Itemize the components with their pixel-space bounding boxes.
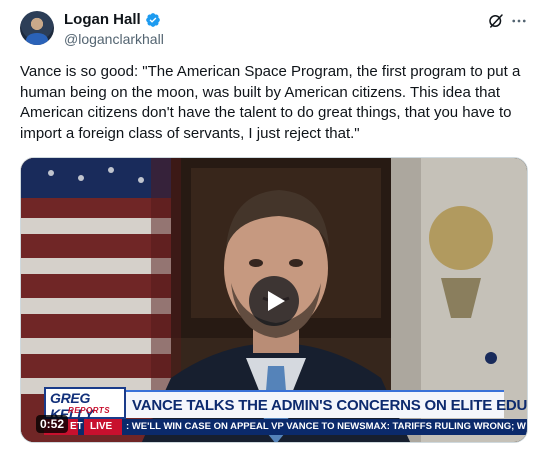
more-icon[interactable] — [510, 12, 528, 30]
video-player[interactable]: GREG KELLY REPORTS VANCE TALKS THE ADMIN… — [20, 157, 528, 443]
chyron-headline-bar: VANCE TALKS THE ADMIN'S CONCERNS ON ELIT… — [126, 390, 527, 418]
network-logo-sub: REPORTS — [68, 406, 111, 415]
play-button[interactable] — [249, 276, 299, 326]
tweet-text: Vance is so good: "The American Space Pr… — [20, 63, 521, 142]
video-duration: 0:52 — [36, 415, 69, 433]
grok-icon[interactable] — [487, 12, 505, 30]
author-handle[interactable]: @loganclarkhall — [64, 31, 164, 47]
avatar[interactable] — [20, 11, 54, 45]
tweet-card[interactable]: Logan Hall @loganclarkhall Vance is so g… — [0, 0, 537, 452]
play-icon — [268, 291, 285, 311]
verified-badge-icon — [145, 12, 160, 27]
author-display-name[interactable]: Logan Hall — [64, 11, 141, 28]
news-ticker: ET LIVE : WE'LL WIN CASE ON APPEAL VP VA… — [44, 419, 527, 435]
chyron-headline: VANCE TALKS THE ADMIN'S CONCERNS ON ELIT… — [132, 397, 528, 414]
author-name-row: Logan Hall — [64, 11, 161, 28]
ticker-text: : WE'LL WIN CASE ON APPEAL VP VANCE TO N… — [126, 421, 526, 432]
ticker-prefix: ET — [70, 421, 83, 432]
live-label: LIVE — [90, 421, 113, 432]
